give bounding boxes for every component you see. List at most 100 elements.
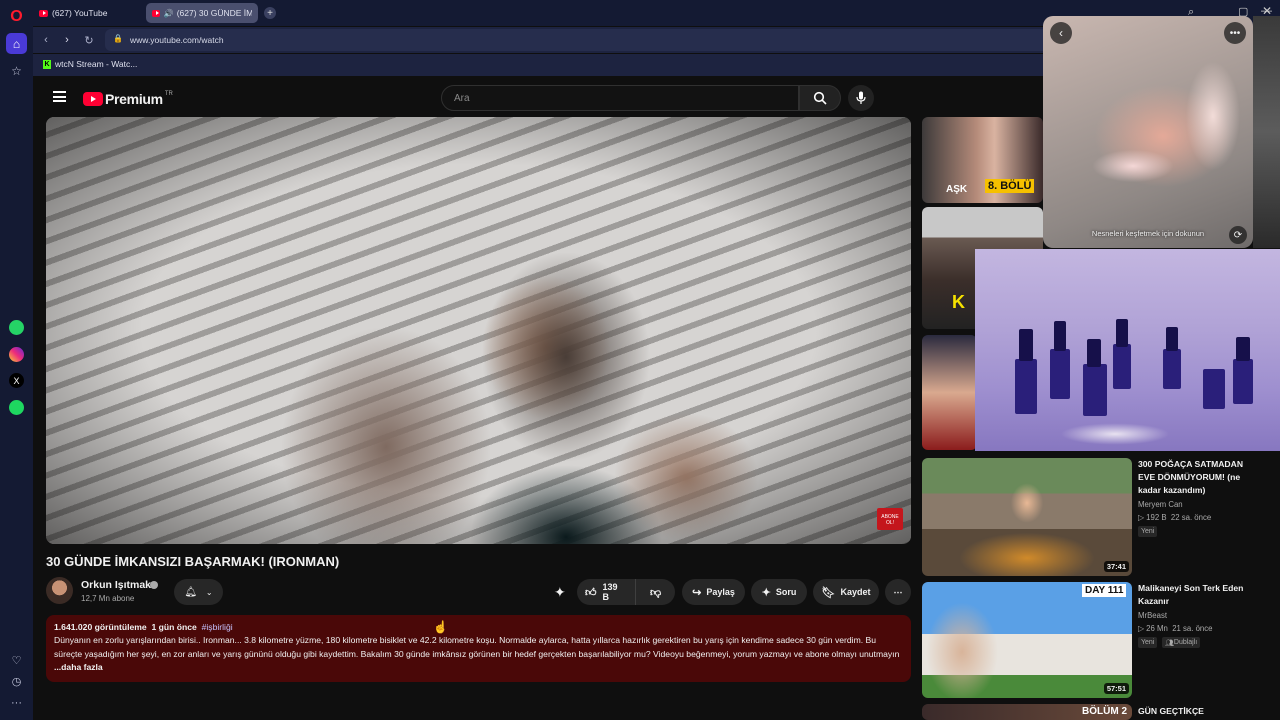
channel-name[interactable]: Orkun Işıtmak: [81, 579, 151, 591]
tab-label: (627) 30 GÜNDE İMKA: [176, 8, 252, 18]
youtube-favicon-icon: [39, 9, 48, 17]
more-actions-button[interactable]: ⋯: [885, 579, 911, 605]
video-title: 30 GÜNDE İMKANSIZI BAŞARMAK! (IRONMAN): [46, 554, 340, 569]
ask-button[interactable]: ✦ Soru: [751, 579, 807, 605]
home-icon[interactable]: ⌂: [6, 33, 27, 54]
save-button[interactable]: 🔖︎ Kaydet: [813, 579, 879, 605]
kick-favicon-icon: K: [43, 59, 51, 69]
whatsapp-icon[interactable]: [9, 320, 24, 335]
youtube-play-icon: [83, 92, 103, 106]
voice-search-button[interactable]: [848, 85, 874, 111]
video-description[interactable]: 1.641.020 görüntüleme 1 gün önce #işbirl…: [46, 615, 911, 682]
recommendation-title[interactable]: Malikaneyi Son Terk Eden Kazanır: [1138, 582, 1258, 608]
x-twitter-icon[interactable]: X: [9, 373, 24, 388]
description-meta: 1.641.020 görüntüleme 1 gün önce #işbirl…: [54, 621, 903, 634]
thumb-episode-text: BÖLÜM 2: [1082, 706, 1127, 717]
more-options-icon[interactable]: •••: [1224, 22, 1246, 44]
bottle: [1116, 319, 1128, 347]
bottle: [1054, 321, 1066, 351]
search-input[interactable]: Ara: [441, 85, 799, 111]
search-button[interactable]: [799, 85, 841, 111]
video-duration: 57:51: [1103, 683, 1129, 694]
recommendation-thumbnail-pogaca[interactable]: 37:41: [922, 458, 1132, 576]
bottle: [1083, 364, 1107, 416]
hamburger-menu-icon[interactable]: [53, 91, 66, 102]
tab-youtube[interactable]: (627) YouTube: [33, 3, 141, 23]
video-player[interactable]: ABONE OL!: [46, 117, 911, 544]
url-field[interactable]: 🔒 www.youtube.com/watch: [105, 29, 1065, 51]
share-label: Paylaş: [706, 587, 735, 597]
rec-age: 21 sa. önce: [1172, 624, 1213, 633]
back-arrow-icon[interactable]: ‹: [1050, 22, 1072, 44]
hover-preview-panel[interactable]: [975, 249, 1280, 451]
share-button[interactable]: ↪ Paylaş: [682, 579, 745, 605]
bookmark-wtcn[interactable]: K wtcN Stream - Watc...: [43, 59, 137, 69]
description-text: Dünyanın en zorlu yarışlarından birisi..…: [54, 635, 900, 659]
bottle: [1050, 349, 1070, 399]
ai-sparkle-icon[interactable]: ✦: [554, 584, 566, 601]
channel-avatar[interactable]: [46, 577, 73, 604]
reload-icon[interactable]: ↻: [81, 32, 97, 48]
play-icon: ▷: [1138, 624, 1147, 633]
search-icon: [813, 91, 827, 105]
lens-overlay-panel[interactable]: ‹ ••• Nesneleri keşfetmek için dokunun ⟳: [1043, 16, 1253, 248]
hashtag-link[interactable]: #işbirliği: [202, 622, 233, 632]
recommendation-title[interactable]: GÜN GEÇTİKÇE: [1138, 705, 1258, 718]
history-icon[interactable]: ◷: [6, 671, 27, 692]
share-arrow-icon: ↪: [692, 586, 702, 599]
bottle: [1163, 349, 1181, 389]
tab-label: (627) YouTube: [52, 8, 108, 18]
instagram-icon[interactable]: [9, 347, 24, 362]
like-count: 139 B: [602, 582, 618, 602]
new-badge: Yeni: [1138, 526, 1158, 537]
logo-text: Premium: [105, 91, 163, 107]
like-button[interactable]: 👍︎ 139 B: [577, 579, 637, 605]
refresh-icon[interactable]: ⟳: [1229, 226, 1247, 244]
thumbs-down-icon: 👎︎: [650, 586, 662, 599]
thumb-episode-text: 8. BÖLÜ: [985, 179, 1035, 193]
lens-side-strip: [1253, 16, 1280, 248]
speaker-icon: 🔊: [163, 8, 174, 18]
lens-hint-text: Nesneleri keşfetmek için dokunun: [1091, 229, 1205, 238]
recommendation-thumbnail-mrbeast[interactable]: DAY 111 57:51: [922, 582, 1132, 698]
opera-logo-icon[interactable]: O: [6, 6, 27, 27]
recommendation-thumbnail-5[interactable]: BÖLÜM 2: [922, 704, 1132, 720]
recommendation-channel[interactable]: Meryem Can: [1138, 500, 1183, 509]
show-more-link[interactable]: ...daha fazla: [54, 662, 103, 672]
sparkle-icon: ✦: [761, 586, 771, 599]
recommendation-thumbnail-3[interactable]: [922, 335, 977, 450]
star-icon[interactable]: ☆: [6, 60, 27, 81]
more-icon[interactable]: ···: [6, 692, 27, 713]
recommendation-thumbnail-1[interactable]: 8. BÖLÜ AŞK: [922, 117, 1043, 203]
youtube-logo[interactable]: Premium TR: [83, 91, 173, 107]
subscriber-count: 12,7 Mn abone: [81, 594, 135, 603]
dubbed-badge: 👥︎ Dublajlı: [1162, 637, 1201, 648]
bottle: [1166, 327, 1178, 351]
bottle: [1087, 339, 1101, 367]
heart-icon[interactable]: ♡: [6, 650, 27, 671]
notification-bell-button[interactable]: 🔔︎ ⌄: [174, 579, 223, 605]
rec-age: 22 sa. önce: [1170, 513, 1212, 522]
recommendation-channel[interactable]: MrBeast: [1138, 611, 1167, 620]
recommendation-title[interactable]: 300 POĞAÇA SATMADAN EVE DÖNMÜYORUM! (ne …: [1138, 458, 1258, 497]
more-dots-icon: ⋯: [893, 586, 903, 597]
country-code: TR: [164, 91, 173, 97]
bottle: [1015, 359, 1037, 414]
url-text: www.youtube.com/watch: [130, 35, 224, 45]
rec-views: 192 B: [1146, 513, 1167, 522]
view-count: 1.641.020 görüntüleme: [54, 622, 147, 632]
chevron-down-icon: ⌄: [205, 587, 213, 597]
subscribe-overlay-badge[interactable]: ABONE OL!: [877, 508, 903, 530]
dislike-button[interactable]: 👎︎: [636, 586, 675, 599]
new-badge: Yeni: [1138, 637, 1158, 648]
forward-icon[interactable]: ›: [59, 32, 75, 48]
new-tab-plus-icon[interactable]: +: [264, 7, 276, 19]
back-icon[interactable]: ‹: [38, 32, 54, 48]
bell-icon: 🔔︎: [184, 586, 198, 598]
tab-current-video[interactable]: 🔊 (627) 30 GÜNDE İMKA: [146, 3, 258, 23]
dubbed-label: Dublajlı: [1173, 639, 1198, 646]
upload-age: 1 gün önce: [151, 622, 197, 632]
bookmark-label: wtcN Stream - Watc...: [55, 59, 138, 69]
spotify-icon[interactable]: [9, 400, 24, 415]
save-label: Kaydet: [840, 587, 871, 597]
